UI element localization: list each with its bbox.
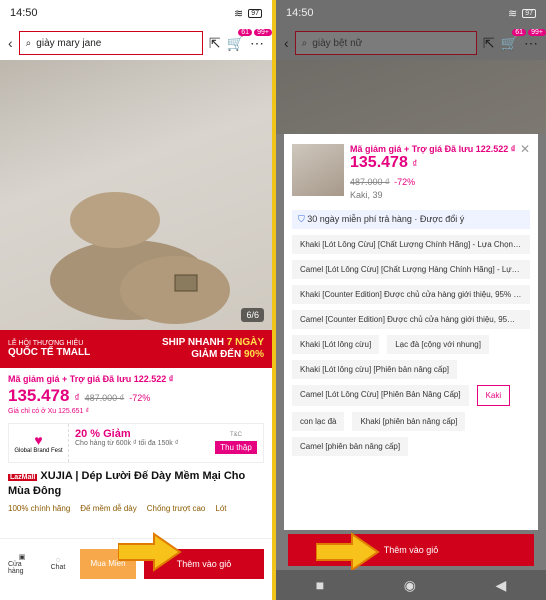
feature-item: Chống trượt cao: [146, 503, 206, 513]
product-title: LazMall XUJIA | Dép Lười Đế Dày Mềm Mại …: [0, 467, 272, 501]
banner-days: 7 NGÀY: [226, 337, 264, 348]
voucher-brand: Global Brand Fest: [14, 448, 63, 454]
wifi-icon: ≋: [507, 7, 518, 20]
variant-option[interactable]: Khaki [Lót Lông Cừu] [Chất Lượng Chính H…: [292, 235, 530, 254]
price: 135.478: [8, 386, 70, 405]
recent-apps-icon[interactable]: ■: [316, 577, 324, 593]
collect-button[interactable]: Thu thập: [215, 441, 257, 454]
variant-option[interactable]: Khaki [phiên bản nâng cấp]: [352, 412, 466, 431]
store-button[interactable]: ▣ Cửa hàng: [8, 553, 36, 575]
variant-sheet: Mã giảm giá + Trợ giá Đã lưu 122.522 ₫ 1…: [284, 134, 538, 530]
back-arrow-icon[interactable]: ‹: [8, 35, 13, 51]
price-row: 135.478 ₫ 487.000 ₫ -72%: [0, 384, 272, 408]
right-phone-screen: 14:50 ≋ 97 ‹ ⌕ giày bệt nữ ⇱ 🛒 61 ⋯ 99+ Mã…: [276, 0, 546, 600]
selected-variant: Kaki, 39: [350, 190, 383, 200]
status-time: 14:50: [10, 7, 38, 19]
dimmed-product-image: [276, 60, 546, 134]
arrow-annotation: [316, 532, 380, 572]
old-price: 487.000 ₫: [84, 393, 125, 403]
cart-icon[interactable]: 🛒 61: [227, 28, 252, 52]
variant-option[interactable]: Camel [Lót Lông Cừu] [Chất Lượng Hàng Ch…: [292, 260, 530, 279]
battery-icon: 97: [522, 8, 536, 18]
product-image[interactable]: 6/6: [0, 60, 272, 330]
status-time: 14:50: [286, 7, 314, 19]
voucher-title: 20 % Giảm: [75, 428, 131, 440]
wifi-icon: ≋: [233, 7, 244, 20]
back-icon[interactable]: ◀: [495, 577, 506, 594]
chat-icon: ◌: [55, 556, 61, 564]
variant-option[interactable]: con lạc đà: [292, 412, 345, 431]
variant-option[interactable]: Camel [Lót Lông Cừu] [Phiên Bản Nâng Cấp…: [292, 385, 469, 406]
battery-icon: 97: [248, 8, 262, 18]
search-query: giày bệt nữ: [312, 37, 363, 49]
variant-option-selected[interactable]: Kaki: [476, 385, 511, 406]
sheet-discount: -72%: [394, 177, 416, 187]
search-icon: ⌕: [301, 37, 308, 49]
discount: -72%: [129, 393, 151, 403]
chat-label: Chat: [50, 563, 66, 571]
banner-line1: LỄ HỘI THƯƠNG HIỆU: [8, 340, 84, 347]
lazmall-tag: LazMall: [8, 474, 38, 481]
variant-option[interactable]: Camel [Counter Edition] Được chủ cửa hàn…: [292, 310, 530, 329]
variant-option[interactable]: Khaki [Counter Edition] Được chủ cửa hàn…: [292, 285, 530, 304]
banner-ship: SHIP NHANH: [161, 337, 224, 348]
voucher-tc[interactable]: T&C: [230, 432, 242, 438]
home-icon[interactable]: ◉: [404, 577, 416, 594]
cart-icon[interactable]: 🛒 61: [501, 28, 526, 52]
more-icon[interactable]: ⋯ 99+: [524, 28, 546, 52]
more-badge: 99+: [528, 28, 546, 36]
close-icon[interactable]: ✕: [520, 142, 530, 156]
variant-option[interactable]: Lạc đà [cộng với nhung]: [387, 335, 489, 354]
arrow-annotation: [118, 532, 182, 572]
status-bar: 14:50 ≋ 97: [276, 0, 546, 26]
search-input[interactable]: ⌕ giày mary jane: [18, 31, 203, 55]
sheet-promo: Mã giảm giá + Trợ giá Đã lưu 122.522 ₫: [350, 144, 516, 154]
slipper-illustration: [50, 192, 230, 324]
store-icon: ▣: [18, 553, 26, 561]
back-arrow-icon[interactable]: ‹: [284, 35, 289, 51]
more-icon[interactable]: ⋯ 99+: [250, 28, 272, 52]
top-bar: ‹ ⌕ giày bệt nữ ⇱ 🛒 61 ⋯ 99+: [276, 26, 546, 60]
heart-icon: ♥: [34, 432, 43, 448]
banner-line2: QUỐC TẾ TMALL: [8, 347, 91, 358]
search-icon: ⌕: [25, 37, 32, 49]
search-query: giày mary jane: [36, 37, 102, 49]
share-icon[interactable]: ⇱: [209, 35, 221, 52]
status-bar: 14:50 ≋ 97: [0, 0, 272, 26]
variant-option[interactable]: Camel [phiên bản nâng cấp]: [292, 437, 409, 456]
feature-item: Lót: [215, 503, 227, 513]
tmall-banner[interactable]: LỄ HỘI THƯƠNG HIỆU QUỐC TẾ TMALL SHIP NH…: [0, 330, 272, 368]
left-phone-screen: 14:50 ≋ 97 ‹ ⌕ giày mary jane ⇱ 🛒 61 ⋯ 99+…: [0, 0, 272, 600]
xu-price: Giá chỉ có ở Xu 125.651 ₫: [8, 408, 89, 415]
banner-percent: 90%: [243, 349, 264, 360]
top-bar: ‹ ⌕ giày mary jane ⇱ 🛒 61 ⋯ 99+: [0, 26, 272, 60]
store-label: Cửa hàng: [8, 560, 24, 575]
shipping-text: 30 ngày miễn phí trả hàng · Được đổi ý: [307, 214, 465, 224]
feature-item: 100% chính hãng: [8, 503, 71, 513]
promo-text: Mã giảm giá + Trợ giá Đã lưu 122.522 ₫: [8, 374, 174, 384]
banner-discount: GIẢM ĐẾN: [191, 349, 242, 360]
voucher-card: ♥ Global Brand Fest 20 % Giảm Cho hàng t…: [8, 423, 264, 463]
search-input[interactable]: ⌕ giày bệt nữ: [294, 31, 477, 55]
currency: ₫: [412, 159, 418, 170]
share-icon[interactable]: ⇱: [483, 35, 495, 52]
feature-list: 100% chính hãng Đế mềm dễ dày Chống trượ…: [0, 501, 272, 516]
more-badge: 99+: [254, 28, 272, 36]
photo-counter: 6/6: [241, 308, 264, 322]
voucher-sub: Cho hàng từ 600k ₫ tối đa 150k ₫: [75, 440, 179, 447]
product-thumbnail: [292, 144, 344, 196]
sheet-old-price: 487.000 ₫: [350, 177, 390, 187]
sheet-price: 135.478: [350, 154, 408, 171]
shipping-info: ⛉ 30 ngày miễn phí trả hàng · Được đổi ý: [292, 210, 530, 229]
chat-button[interactable]: ◌ Chat: [44, 557, 72, 571]
feature-item: Đế mềm dễ dày: [80, 503, 137, 513]
shield-icon: ⛉: [298, 214, 305, 224]
product-title-text: XUJIA | Dép Lười Đế Dày Mềm Mại Cho Mùa …: [8, 470, 246, 497]
variant-option[interactable]: Khaki [Lót lông cừu]: [292, 335, 380, 354]
currency: ₫: [74, 393, 80, 404]
android-navbar: ■ ◉ ◀: [276, 570, 546, 600]
variant-option[interactable]: Khaki [Lót lông cừu] [Phiên bản nâng cấp…: [292, 360, 458, 379]
